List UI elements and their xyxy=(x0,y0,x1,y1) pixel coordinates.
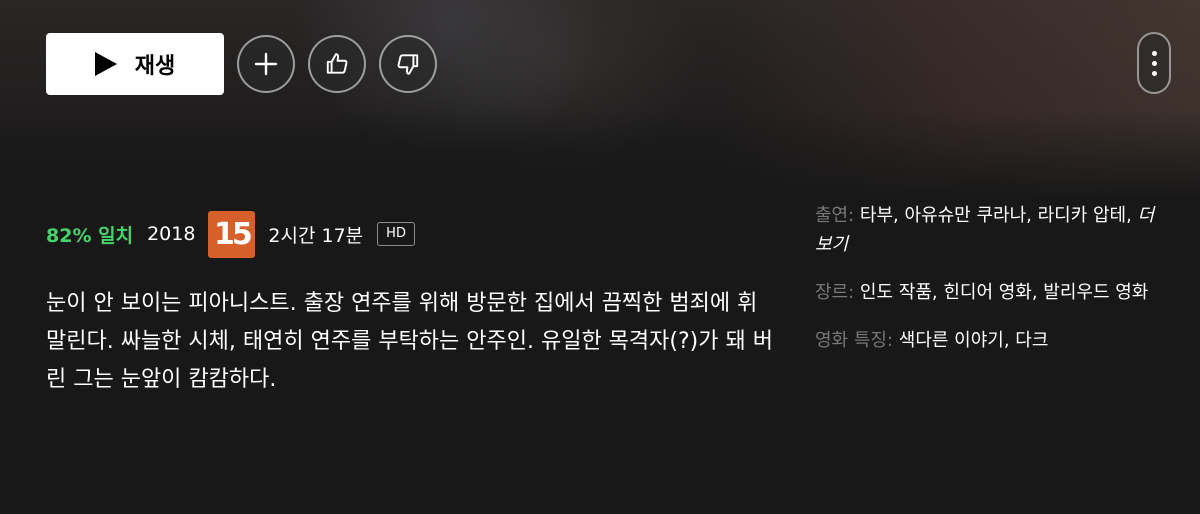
plus-icon xyxy=(254,52,278,76)
release-year: 2018 xyxy=(147,223,196,245)
genre-value[interactable]: 인도 작품, 힌디어 영화, 발리우드 영화 xyxy=(860,282,1148,303)
play-button[interactable]: 재생 xyxy=(46,33,224,95)
hd-badge: HD xyxy=(377,222,415,246)
features-value[interactable]: 색다른 이야기, 다크 xyxy=(899,330,1049,351)
synopsis: 눈이 안 보이는 피아니스트. 출장 연주를 위해 방문한 집에서 끔찍한 범죄… xyxy=(46,291,773,392)
features-label: 영화 특징: xyxy=(815,330,894,351)
play-label: 재생 xyxy=(134,54,176,79)
cast-row: 출연: 타부, 아유슈만 쿠라나, 라디카 압테, 더 보기 xyxy=(815,201,1160,259)
play-icon xyxy=(94,52,117,76)
hero-backdrop xyxy=(0,0,1200,200)
title-meta: 82% 일치 2018 15 2시간 17분 HD xyxy=(46,210,415,258)
dislike-button[interactable] xyxy=(379,35,437,93)
runtime: 2시간 17분 xyxy=(268,224,364,247)
age-rating-badge: 15 xyxy=(208,210,256,258)
playback-controls: 재생 xyxy=(46,33,437,95)
more-vertical-icon xyxy=(1151,50,1157,56)
thumbs-down-icon xyxy=(397,54,419,75)
thumbs-up-icon xyxy=(326,53,348,74)
like-button[interactable] xyxy=(308,35,366,93)
add-to-list-button[interactable] xyxy=(237,35,295,93)
details-panel: 출연: 타부, 아유슈만 쿠라나, 라디카 압테, 더 보기 장르: 인도 작품… xyxy=(815,201,1160,374)
cast-label: 출연: xyxy=(815,205,855,226)
cast-value: 타부, 아유슈만 쿠라나, 라디카 압테, xyxy=(859,205,1132,226)
match-score: 82% 일치 xyxy=(46,224,134,247)
features-row: 영화 특징: 색다른 이야기, 다크 xyxy=(815,326,1160,355)
more-options-button[interactable] xyxy=(1137,32,1171,94)
genre-label: 장르: xyxy=(815,282,855,303)
genre-row: 장르: 인도 작품, 힌디어 영화, 발리우드 영화 xyxy=(815,278,1160,307)
